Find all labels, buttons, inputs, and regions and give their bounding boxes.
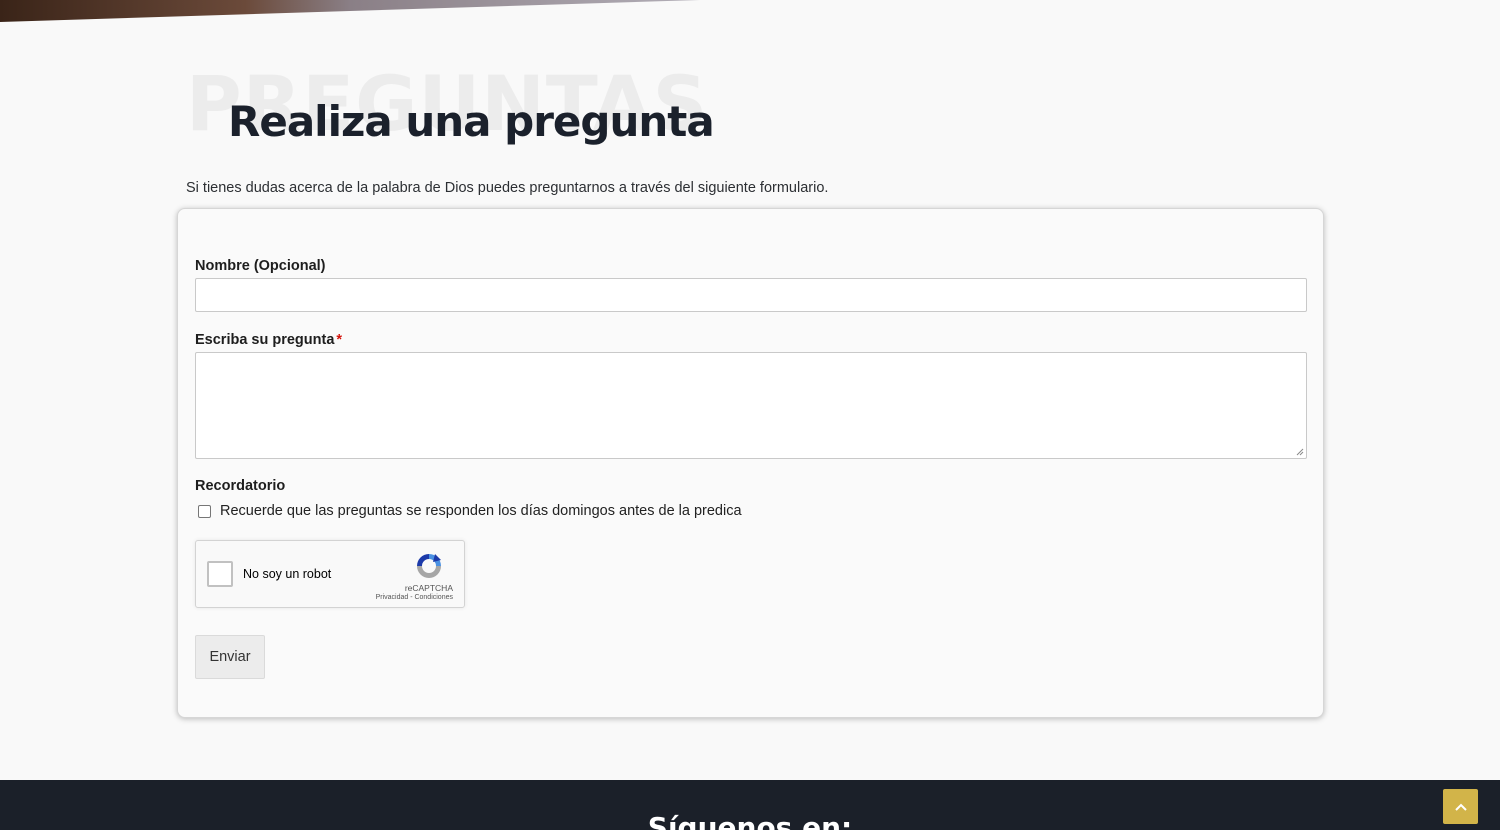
footer-heading: Síguenos en: (647, 811, 853, 830)
name-label-text: Nombre (Opcional) (195, 258, 326, 274)
hero-image-strip (0, 0, 700, 22)
question-textarea[interactable] (195, 352, 1307, 459)
page-title: Realiza una pregunta (228, 97, 715, 146)
recaptcha-brand: reCAPTCHA (404, 583, 453, 593)
recaptcha-checkbox[interactable] (207, 561, 233, 587)
recaptcha-links[interactable]: Privacidad - Condiciones (376, 594, 453, 601)
name-label: Nombre (Opcional) (195, 258, 326, 274)
footer: Síguenos en: (0, 780, 1500, 830)
question-label-text: Escriba su pregunta (195, 332, 335, 348)
recaptcha-icon (417, 554, 441, 578)
chevron-up-icon (1454, 803, 1467, 811)
question-form: Nombre (Opcional) Escriba su pregunta * R… (177, 208, 1324, 718)
submit-button[interactable]: Enviar (195, 635, 265, 679)
required-asterisk: * (336, 332, 343, 348)
recaptcha-label: No soy un robot (243, 567, 332, 581)
name-input[interactable] (195, 278, 1307, 312)
question-label: Escriba su pregunta * (195, 332, 342, 348)
recaptcha-widget: No soy un robot reCAPTCHA Privacidad - C… (195, 540, 465, 608)
intro-text: Si tienes dudas acerca de la palabra de … (186, 180, 829, 196)
reminder-label: Recordatorio (195, 478, 286, 494)
back-to-top-button[interactable] (1443, 789, 1478, 824)
reminder-option[interactable]: Recuerde que las preguntas se responden … (198, 503, 742, 519)
resize-grip-icon[interactable] (1296, 448, 1304, 456)
reminder-checkbox[interactable] (198, 504, 211, 518)
reminder-text: Recuerde que las preguntas se responden … (220, 503, 742, 519)
